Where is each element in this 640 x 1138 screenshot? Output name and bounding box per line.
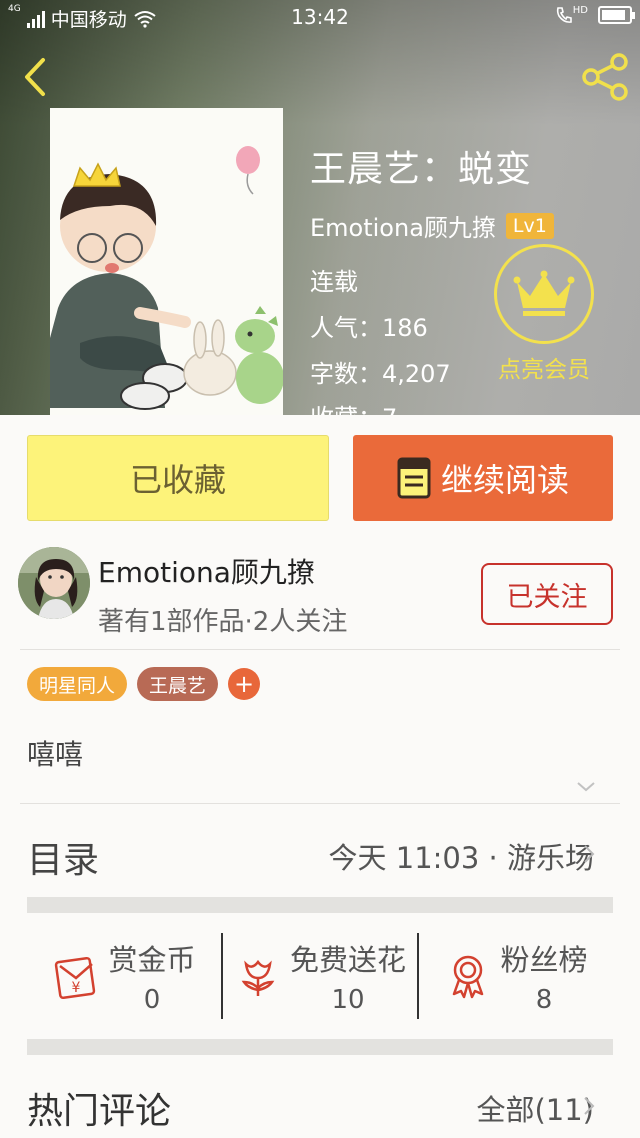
crown-icon [513, 270, 575, 316]
author-name[interactable]: Emotiona顾九撩 [310, 208, 496, 243]
author-card-name[interactable]: Emotiona顾九撩 [98, 551, 315, 591]
send-flowers-button[interactable]: 免费送花 10 [221, 933, 417, 1019]
fan-ranking-label: 粉丝榜 [500, 943, 588, 977]
avatar-image [18, 547, 90, 619]
continue-reading-label: 继续阅读 [440, 461, 569, 499]
red-envelope-icon: ¥ [55, 956, 96, 1000]
reward-coins-button[interactable]: ¥ 赏金币 0 [27, 933, 221, 1019]
level-badge: Lv1 [505, 212, 554, 239]
follow-button[interactable]: 已关注 [481, 563, 613, 625]
continue-reading-button[interactable]: 继续阅读 [353, 435, 613, 521]
chevron-right-icon [584, 845, 595, 863]
send-flowers-label: 免费送花 [289, 943, 406, 977]
svg-text:¥: ¥ [72, 980, 81, 996]
favorite-button[interactable]: 已收藏 [27, 435, 329, 521]
vip-label: 点亮会员 [498, 357, 590, 383]
hot-comments-label: 热门评论 [27, 1091, 172, 1132]
chevron-down-icon[interactable] [574, 775, 598, 799]
primary-actions: 已收藏 继续阅读 [27, 435, 613, 521]
author-card-stats: 著有1部作品·2人关注 [98, 607, 348, 637]
author-row[interactable]: Emotiona顾九撩 Lv1 [310, 208, 554, 243]
fan-ranking-button[interactable]: 粉丝榜 8 [417, 933, 613, 1019]
medal-icon [453, 955, 484, 999]
tag-chip[interactable]: 王晨艺 [137, 667, 219, 701]
status-bar: 4G 中国移动 13:42 HD [0, 0, 640, 32]
support-actions: ¥ 赏金币 0 免费送花 10 粉丝榜 8 [27, 933, 613, 1019]
author-card[interactable]: Emotiona顾九撩 著有1部作品·2人关注 已关注 [0, 545, 640, 650]
follow-label: 已关注 [506, 581, 588, 613]
section-divider [27, 897, 613, 913]
popularity: 人气：186 [310, 314, 428, 342]
divider [20, 803, 620, 804]
all-comments-link[interactable]: 全部(11) [476, 1087, 594, 1129]
section-divider [27, 1039, 613, 1055]
fan-ranking-count: 8 [535, 985, 553, 1015]
author-avatar[interactable] [18, 547, 90, 619]
tag-chip[interactable]: 明星同人 [27, 667, 128, 701]
vip-button[interactable]: 点亮会员 [490, 244, 598, 384]
serial-status: 连载 [310, 268, 358, 296]
reward-coins-label: 赏金币 [108, 943, 196, 977]
toc-label: 目录 [27, 840, 100, 881]
cover-illustration [50, 108, 283, 415]
vip-badge [494, 244, 594, 344]
add-tag-button[interactable]: + [228, 668, 261, 700]
flower-icon [241, 959, 275, 996]
book-icon [397, 457, 431, 499]
favorites-count: 收藏：7 [310, 398, 397, 415]
send-flowers-count: 10 [331, 985, 365, 1015]
favorite-label: 已收藏 [129, 461, 226, 499]
book-title: 王晨艺：蜕变 [310, 149, 533, 190]
clock: 13:42 [291, 5, 349, 29]
word-count: 字数：4,207 [310, 360, 451, 388]
book-detail-panel: 已收藏 继续阅读 Emotiona顾九撩 著有1部作品·2人关注 已关注 明星同… [0, 415, 640, 1138]
tag-list: 明星同人 王晨艺 + [27, 667, 261, 701]
battery-icon [598, 6, 635, 24]
back-arrow-icon[interactable] [16, 52, 56, 102]
reward-coins-count: 0 [143, 985, 161, 1015]
chevron-right-icon [584, 1097, 595, 1115]
divider [20, 649, 620, 650]
table-of-contents-row[interactable]: 目录 今天 11:03 · 游乐场 [0, 805, 640, 900]
hot-comments-header[interactable]: 热门评论 全部(11) [0, 1065, 640, 1138]
hd-call-icon: HD [555, 5, 588, 25]
latest-chapter: 今天 11:03 · 游乐场 [328, 841, 594, 875]
share-icon[interactable] [578, 52, 632, 102]
book-header: 4G 中国移动 13:42 HD 王晨艺：蜕变 Emotiona顾九撩 Lv1 … [0, 0, 640, 415]
book-summary: 嘻嘻 [27, 738, 84, 771]
hd-label: HD [572, 5, 588, 16]
book-cover[interactable] [50, 108, 283, 415]
